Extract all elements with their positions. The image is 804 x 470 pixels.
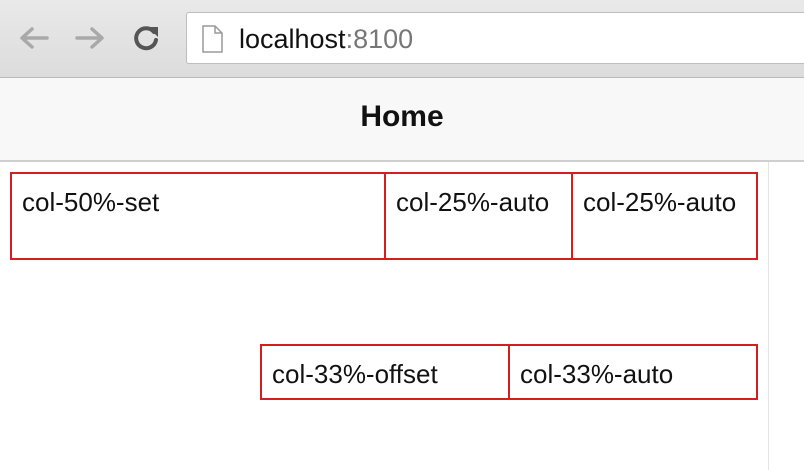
- col-25-auto-first: col-25%-auto: [384, 172, 573, 260]
- arrow-left-icon: [20, 27, 49, 49]
- reload-icon: [134, 26, 158, 51]
- browser-toolbar: localhost:8100: [0, 0, 804, 78]
- reload-button[interactable]: [128, 20, 164, 56]
- col-25-auto-second: col-25%-auto: [571, 172, 758, 260]
- col-50-set: col-50%-set: [10, 172, 386, 260]
- app-header: Home: [0, 78, 804, 162]
- address-text: localhost:8100: [239, 24, 413, 54]
- address-port: :8100: [345, 24, 414, 54]
- forward-button[interactable]: [72, 20, 108, 56]
- scrollbar-track[interactable]: [768, 162, 769, 470]
- address-bar[interactable]: localhost:8100: [186, 12, 804, 64]
- page-title: Home: [360, 100, 444, 133]
- col-33-offset: col-33%-offset: [260, 344, 510, 400]
- page-icon: [202, 25, 223, 53]
- col-33-auto: col-33%-auto: [508, 344, 758, 400]
- back-button[interactable]: [16, 20, 52, 56]
- arrow-right-icon: [75, 27, 104, 49]
- content-area: col-50%-set col-25%-auto col-25%-auto co…: [0, 162, 804, 470]
- address-host: localhost: [239, 24, 346, 54]
